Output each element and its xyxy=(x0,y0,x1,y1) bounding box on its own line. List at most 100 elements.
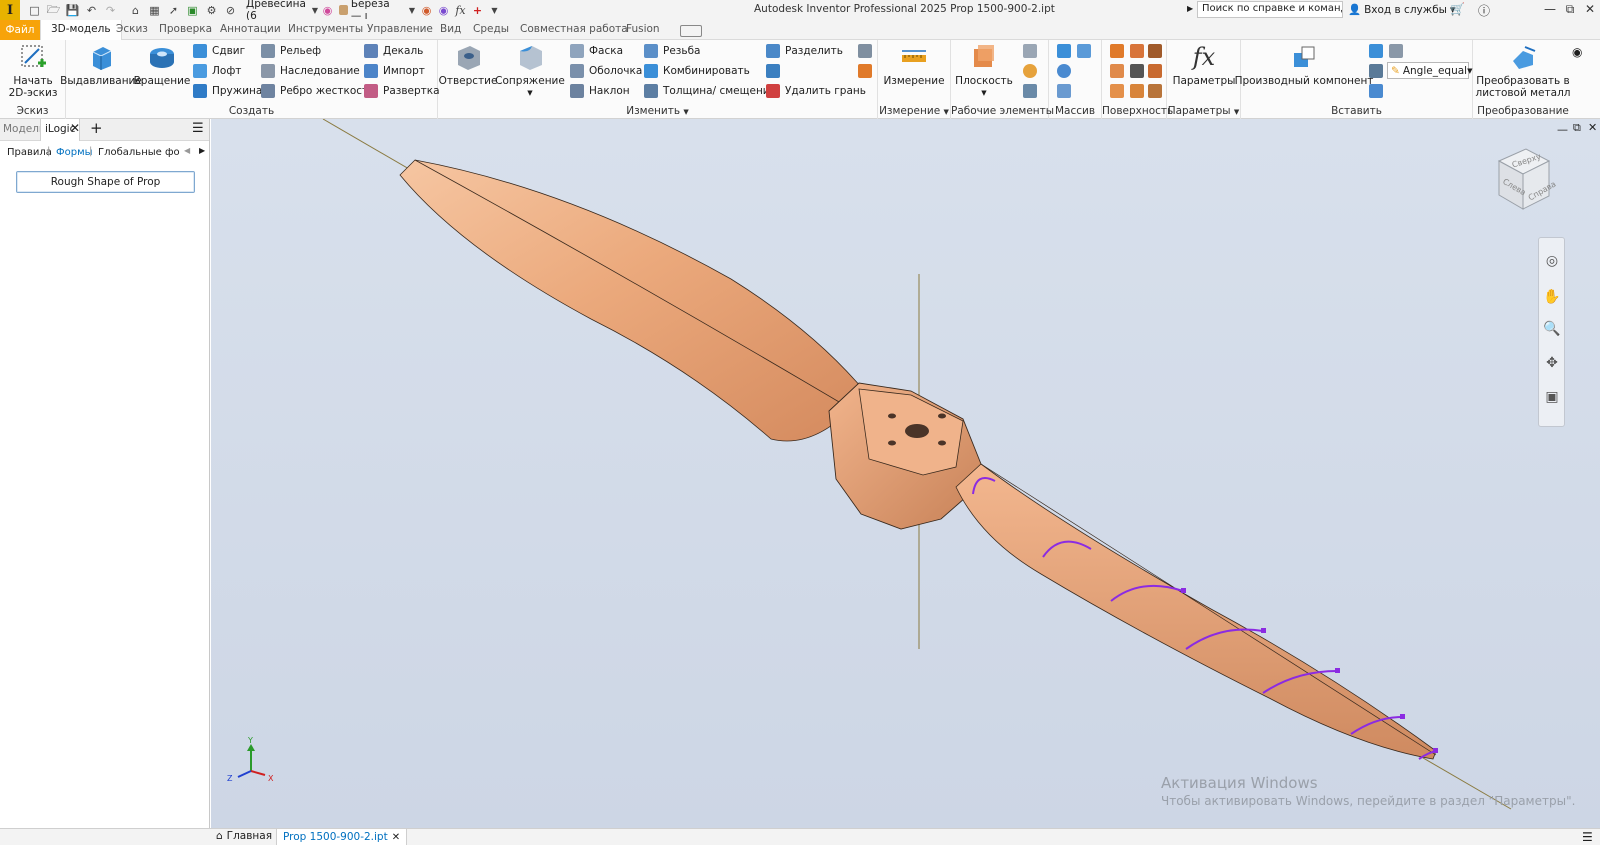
help-icon[interactable]: ⓘ xyxy=(1478,2,1490,19)
angle-equal-select[interactable]: ✎ Angle_equal ▼ xyxy=(1387,62,1472,79)
menu-icon[interactable]: ☰ xyxy=(1582,830,1593,844)
tab-3d-model[interactable]: 3D-модель xyxy=(40,20,122,40)
open-folder-icon[interactable]: 🗁 xyxy=(45,2,62,19)
add-icon[interactable]: + xyxy=(469,2,486,19)
add-tab-icon[interactable]: + xyxy=(90,119,103,137)
derive-button[interactable]: Наследование xyxy=(261,62,360,80)
adjust-appearance-icon[interactable]: ◉ xyxy=(418,2,435,19)
home-icon[interactable]: ⌂ xyxy=(127,2,144,19)
close-tab-icon[interactable]: ✕ xyxy=(70,121,80,135)
coil-button[interactable]: Пружина xyxy=(193,82,262,100)
document-tab[interactable]: Prop 1500-900-2.ipt ✕ xyxy=(276,829,408,845)
unwrap-button[interactable]: Развертка xyxy=(364,82,440,100)
stitch-button[interactable] xyxy=(1110,42,1124,60)
fx-icon[interactable]: fx xyxy=(452,2,469,19)
expand-search-icon[interactable]: ▶ xyxy=(1187,4,1193,13)
parameters-button[interactable]: fx Параметры xyxy=(1173,42,1236,87)
tab-inspect[interactable]: Проверка xyxy=(159,23,212,35)
select-icon[interactable]: ➚ xyxy=(165,2,182,19)
point-button[interactable] xyxy=(1023,62,1042,80)
plane-button[interactable]: Плоскость ▼ xyxy=(955,42,1013,99)
tab-file[interactable]: Файл xyxy=(0,20,40,40)
scroll-left-icon[interactable]: ◀ xyxy=(184,146,190,155)
upper-blade[interactable] xyxy=(399,159,862,442)
save-icon[interactable]: 💾 xyxy=(64,2,81,19)
tab-sketch[interactable]: Эскиз xyxy=(116,23,148,35)
copy-object-button[interactable] xyxy=(858,62,877,80)
update-icon[interactable]: ▣ xyxy=(184,2,201,19)
start-2d-sketch-button[interactable]: Начать 2D-эскиз xyxy=(8,42,58,99)
help-search-input[interactable]: Поиск по справке и командам... xyxy=(1197,1,1343,18)
extrude-button[interactable]: Выдавливание xyxy=(60,42,142,87)
emboss-button[interactable]: Рельеф xyxy=(261,42,321,60)
thicken-button[interactable]: Толщина/ смещение xyxy=(644,82,776,100)
projects-icon[interactable]: ▦ xyxy=(146,2,163,19)
clear-override-icon[interactable]: ⊘ xyxy=(222,2,239,19)
rect-pattern-button[interactable] xyxy=(1057,42,1071,60)
inventor-logo[interactable]: I xyxy=(0,0,20,20)
import-cad-button[interactable] xyxy=(1369,82,1383,100)
tab-model[interactable]: Модель xyxy=(3,123,45,135)
graphics-viewport[interactable]: Сверху Слева Справа Y Z X — ⧉ ✕ ◎ ✋ 🔍 ✥ … xyxy=(211,119,1600,828)
steering-wheel-icon[interactable]: ◎ xyxy=(1543,252,1561,270)
tab-environments[interactable]: Среды xyxy=(473,23,509,35)
cart-icon[interactable]: 🛒 xyxy=(1450,2,1465,16)
tab-options-icon[interactable] xyxy=(680,25,702,37)
measure-button[interactable]: Измерение xyxy=(883,42,945,87)
revolve-button[interactable]: Вращение xyxy=(134,42,190,87)
spline-endpoint[interactable] xyxy=(1433,748,1438,753)
viewport-close-icon[interactable]: ✕ xyxy=(1588,121,1597,134)
draft-button[interactable]: Наклон xyxy=(570,82,630,100)
sweep-button[interactable]: Сдвиг xyxy=(193,42,245,60)
ribbon-options-icon[interactable]: ◉ xyxy=(1572,45,1582,59)
rough-shape-button[interactable]: Rough Shape of Prop xyxy=(16,171,195,193)
tab-tools[interactable]: Инструменты xyxy=(288,23,363,35)
combine-button[interactable]: Комбинировать xyxy=(644,62,750,80)
import-button[interactable]: Импорт xyxy=(364,62,425,80)
minimize-icon[interactable]: — xyxy=(1540,2,1560,16)
ucs-button[interactable] xyxy=(1023,82,1042,100)
viewport-minimize-icon[interactable]: — xyxy=(1557,123,1568,136)
sketch-pattern-button[interactable] xyxy=(1057,82,1071,100)
filter-rules[interactable]: Правила xyxy=(7,147,52,158)
insert-ifeature-button[interactable] xyxy=(1369,42,1383,60)
patch-button[interactable] xyxy=(1148,42,1162,60)
mirror-button[interactable] xyxy=(1077,42,1091,60)
properties-icon[interactable]: ⚙ xyxy=(203,2,220,19)
insert-object-button[interactable] xyxy=(1369,62,1383,80)
decal-button[interactable]: Декаль xyxy=(364,42,423,60)
fit-mesh-button[interactable] xyxy=(1130,82,1144,100)
tab-manage[interactable]: Управление xyxy=(367,23,433,35)
circular-pattern-button[interactable] xyxy=(1057,62,1071,80)
propeller-model[interactable]: Сверху Слева Справа Y Z X xyxy=(211,119,1600,828)
material-select[interactable]: Древесина (6 ▼ xyxy=(243,0,319,22)
redo-icon[interactable]: ↷ xyxy=(102,2,119,19)
lower-blade[interactable] xyxy=(955,463,1437,760)
customize-icon[interactable]: ▼ xyxy=(486,2,503,19)
tab-collaborate[interactable]: Совместная работа xyxy=(520,23,628,35)
rib-button[interactable]: Ребро жесткости xyxy=(261,82,375,100)
insert-table-button[interactable] xyxy=(1389,42,1403,60)
sculpt-button[interactable] xyxy=(1130,42,1144,60)
restore-icon[interactable]: ⧉ xyxy=(1560,2,1580,17)
extend-button[interactable] xyxy=(1130,62,1144,80)
close-icon[interactable]: ✕ xyxy=(1580,2,1600,16)
tab-view[interactable]: Вид xyxy=(440,23,461,35)
spline-endpoint[interactable] xyxy=(1335,668,1340,673)
fillet-button[interactable]: Сопряжение ▼ xyxy=(495,42,565,99)
tab-fusion[interactable]: Fusion xyxy=(626,23,660,35)
spline-endpoint[interactable] xyxy=(1181,588,1186,593)
pan-icon[interactable]: ✋ xyxy=(1543,288,1561,306)
tab-annotate[interactable]: Аннотации xyxy=(220,23,281,35)
split-button[interactable]: Разделить xyxy=(766,42,843,60)
scroll-right-icon[interactable]: ▶ xyxy=(199,146,205,155)
filter-global-forms[interactable]: Глобальные формы xyxy=(98,147,180,158)
look-at-icon[interactable]: ▣ xyxy=(1543,388,1561,406)
undo-icon[interactable]: ↶ xyxy=(83,2,100,19)
ruled-surface-button[interactable] xyxy=(1148,82,1162,100)
appearance-icon[interactable]: ◉ xyxy=(319,2,336,19)
hole-button[interactable]: Отверстие xyxy=(439,42,497,87)
repair-button[interactable] xyxy=(1110,82,1124,100)
thread-button[interactable]: Резьба xyxy=(644,42,700,60)
menu-icon[interactable]: ☰ xyxy=(192,121,204,136)
